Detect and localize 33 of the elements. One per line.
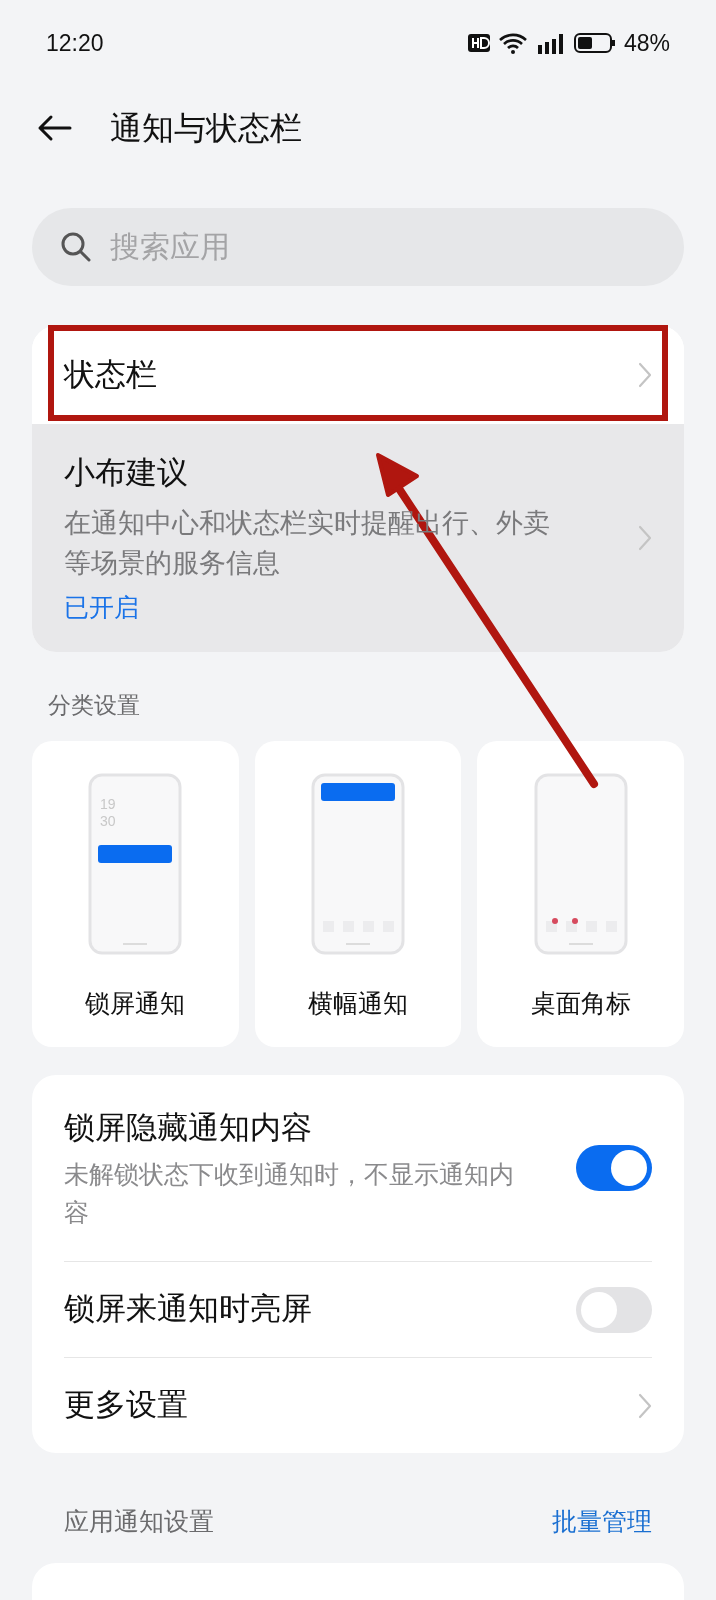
section-title: 分类设置 (47, 691, 141, 720)
battery-icon (573, 32, 616, 54)
hd-icon (467, 34, 490, 52)
signal-icon (535, 32, 566, 54)
tile-label: 锁屏通知 (85, 987, 186, 1019)
batch-manage-link[interactable]: 批量管理 (552, 1503, 652, 1541)
settings-row[interactable]: 锁屏来通知时亮屏 (64, 1261, 652, 1357)
chevron-icon (638, 362, 652, 388)
wifi-icon (497, 32, 528, 54)
category-tile[interactable]: 桌面角标 (477, 740, 684, 1047)
chevron-icon (638, 525, 652, 551)
battery-percent: 48% (623, 28, 670, 58)
toggle-switch[interactable] (576, 1144, 652, 1191)
search-field[interactable]: 搜索应用 (32, 208, 684, 286)
row-title: 更多设置 (64, 1386, 189, 1425)
toggle-switch[interactable] (576, 1286, 652, 1333)
back-icon[interactable] (36, 114, 72, 142)
settings-row[interactable]: 更多设置 (64, 1357, 652, 1453)
page-title: 通知与状态栏 (110, 109, 302, 148)
row-title: 锁屏来通知时亮屏 (64, 1290, 313, 1329)
row-title: 小布建议 (64, 454, 189, 492)
tile-label: 横幅通知 (308, 987, 408, 1019)
row-description: 未解锁状态下收到通知时，不显示通知内容 (64, 1159, 514, 1228)
row-status: 已开启 (64, 591, 140, 623)
row-title: 状态栏 (64, 355, 158, 394)
search-icon (60, 231, 92, 263)
clock-time: 12:20 (46, 28, 104, 58)
category-tile[interactable]: 横幅通知 (254, 740, 462, 1047)
settings-row[interactable]: 锁屏隐藏通知内容 未解锁状态下收到通知时，不显示通知内容 (64, 1074, 652, 1261)
chevron-icon (638, 1392, 652, 1419)
tile-label: 桌面角标 (530, 987, 631, 1019)
row-title: 锁屏隐藏通知内容 (64, 1108, 313, 1147)
section-title: 应用通知设置 (64, 1506, 214, 1537)
